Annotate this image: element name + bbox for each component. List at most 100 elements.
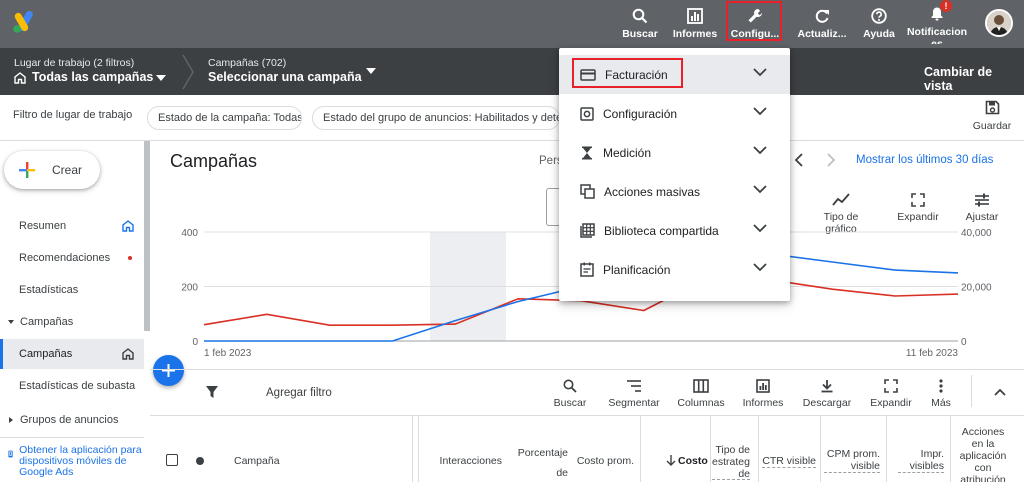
column-header-impr-visible[interactable]: Impr. visibles [898,448,944,473]
sidebar-group-campanas[interactable]: Campañas [0,307,144,337]
date-range-selector[interactable]: Mostrar los últimos 30 días [856,154,993,166]
table-expand-button[interactable]: Expandir [866,379,916,409]
table-expand-label: Expandir [870,397,912,409]
campaigns-count-label: Campañas (702) [208,57,287,69]
menu-item-acciones-masivas[interactable]: Acciones masivas [559,172,790,211]
sidebar-group-grupos-anuncios[interactable]: Grupos de anuncios [0,405,144,435]
column-header-interaction-rate[interactable]: Porcentaje de interacciones [508,443,568,479]
save-label: Guardar [972,120,1012,132]
refresh-label: Actualiz... [797,28,847,40]
table-reports-button[interactable]: Informes [740,379,786,409]
refresh-button[interactable]: Actualiz... [796,0,848,48]
mobile-app-link-label: Obtener la aplicación para dispositivos … [19,444,142,478]
sidebar-item-label: Recomendaciones [19,252,111,264]
chevron-left-icon[interactable] [793,153,805,167]
column-header-avg-cost[interactable]: Costo prom. [576,455,634,467]
sidebar-item-estadisticas-subasta[interactable]: Estadísticas de subasta [0,371,144,401]
column-header-ctr-visible[interactable]: CTR visible [762,455,816,468]
workspace-selector[interactable]: Lugar de trabajo (2 filtros) Todas las c… [0,48,180,95]
sidebar-item-label: Campañas [20,316,74,328]
column-header-cpm-visible[interactable]: CPM prom. visible [824,448,880,473]
column-divider [950,416,951,482]
more-button[interactable]: Más [926,379,956,409]
column-header-cost[interactable]: Costo [678,455,708,467]
notifications-button[interactable]: Notificacion es [906,0,968,48]
campaign-selected: Seleccionar una campaña [208,70,362,84]
sidebar-item-label: Resumen [19,220,67,232]
download-label: Descargar [802,397,852,409]
page-title: Campañas [170,151,258,171]
library-grid-icon [580,223,595,238]
switch-view-button[interactable]: Cambiar de vista [924,65,1024,93]
help-button[interactable]: Ayuda [860,0,898,48]
sort-desc-icon [666,455,676,466]
y-left-tick-label: 0 [192,337,198,348]
chevron-up-icon[interactable] [994,388,1006,396]
sidebar-item-campanas[interactable]: Campañas [0,339,144,369]
chevron-down-icon [753,185,767,194]
sidebar-divider [0,437,144,438]
breadcrumb-bar: Lugar de trabajo (2 filtros) Todas las c… [0,48,1024,95]
home-icon [122,348,134,360]
filter-icon[interactable] [205,385,219,399]
search-label: Buscar [622,28,658,40]
columns-icon [693,379,709,393]
campaign-status-filter-chip[interactable]: Estado de la campaña: Todas [147,106,302,130]
tools-dropdown-menu: Facturación Configuración Medición Accio… [559,48,790,301]
notification-dot [128,256,132,260]
select-all-checkbox[interactable] [166,454,178,466]
search-button[interactable]: Buscar [620,0,660,48]
y-right-tick-label: 0 [961,337,967,348]
add-campaign-fab[interactable] [153,355,184,386]
column-header-bid-strategy[interactable]: Tipo de estrategia de ofertas [712,444,750,480]
menu-item-planificacion[interactable]: Planificación [559,250,790,289]
column-divider [886,416,887,482]
create-button[interactable]: Crear [4,151,100,189]
column-divider [758,416,759,482]
column-divider [640,416,641,482]
mobile-app-link[interactable]: Obtener la aplicación para dispositivos … [8,445,142,478]
workspace-selected: Todas las campañas [32,70,154,84]
column-header-campaign[interactable]: Campaña [234,455,280,467]
menu-item-biblioteca-compartida[interactable]: Biblioteca compartida [559,211,790,250]
menu-item-label: Configuración [603,106,678,121]
chevron-right-icon[interactable] [825,153,837,167]
sidebar-item-resumen[interactable]: Resumen [0,211,144,241]
menu-item-label: Medición [603,145,652,160]
reports-label: Informes [672,28,718,40]
reports-icon [756,379,770,393]
add-filter-button[interactable]: Agregar filtro [266,387,332,399]
divider [150,369,1024,370]
user-avatar[interactable] [985,9,1013,37]
sidebar-item-recomendaciones[interactable]: Recomendaciones [0,243,144,273]
column-header-interactions[interactable]: Interacciones [436,455,502,467]
caret-down-icon [8,320,14,324]
column-header-app-actions[interactable]: Acciones en la aplicación con atribución [956,426,1010,482]
columns-button[interactable]: Columnas [674,379,728,409]
y-left-tick-label: 200 [181,283,198,294]
reports-icon [687,8,703,24]
menu-item-medicion[interactable]: Medición [559,133,790,172]
caret-down-icon [156,75,166,81]
segment-icon [627,380,641,392]
workspace-filter-label: Filtro de lugar de trabajo [13,109,133,121]
toolbar-divider [971,375,972,407]
save-button[interactable]: Guardar [970,100,1014,132]
notifications-label: Notificacion es [906,26,968,44]
copy-icon [580,184,595,199]
create-label: Crear [52,163,83,177]
adgroup-status-filter-chip[interactable]: Estado del grupo de anuncios: Habilitado… [312,106,560,130]
y-right-tick-label: 40,000 [961,228,992,239]
campaign-selector[interactable]: Campañas (702) Seleccionar una campaña [200,48,385,95]
download-button[interactable]: Descargar [800,379,854,409]
refresh-icon [815,9,829,23]
menu-item-configuracion[interactable]: Configuración [559,94,790,133]
sidebar-item-estadisticas[interactable]: Estadísticas [0,275,144,305]
segment-button[interactable]: Segmentar [604,379,664,409]
sidebar: Crear Resumen Recomendaciones Estadístic… [0,141,150,482]
breadcrumb-separator-icon [182,54,194,90]
table-search-button[interactable]: Buscar [550,379,590,409]
chevron-down-icon [753,68,767,77]
reports-button[interactable]: Informes [672,0,718,48]
google-ads-logo[interactable] [12,10,38,34]
